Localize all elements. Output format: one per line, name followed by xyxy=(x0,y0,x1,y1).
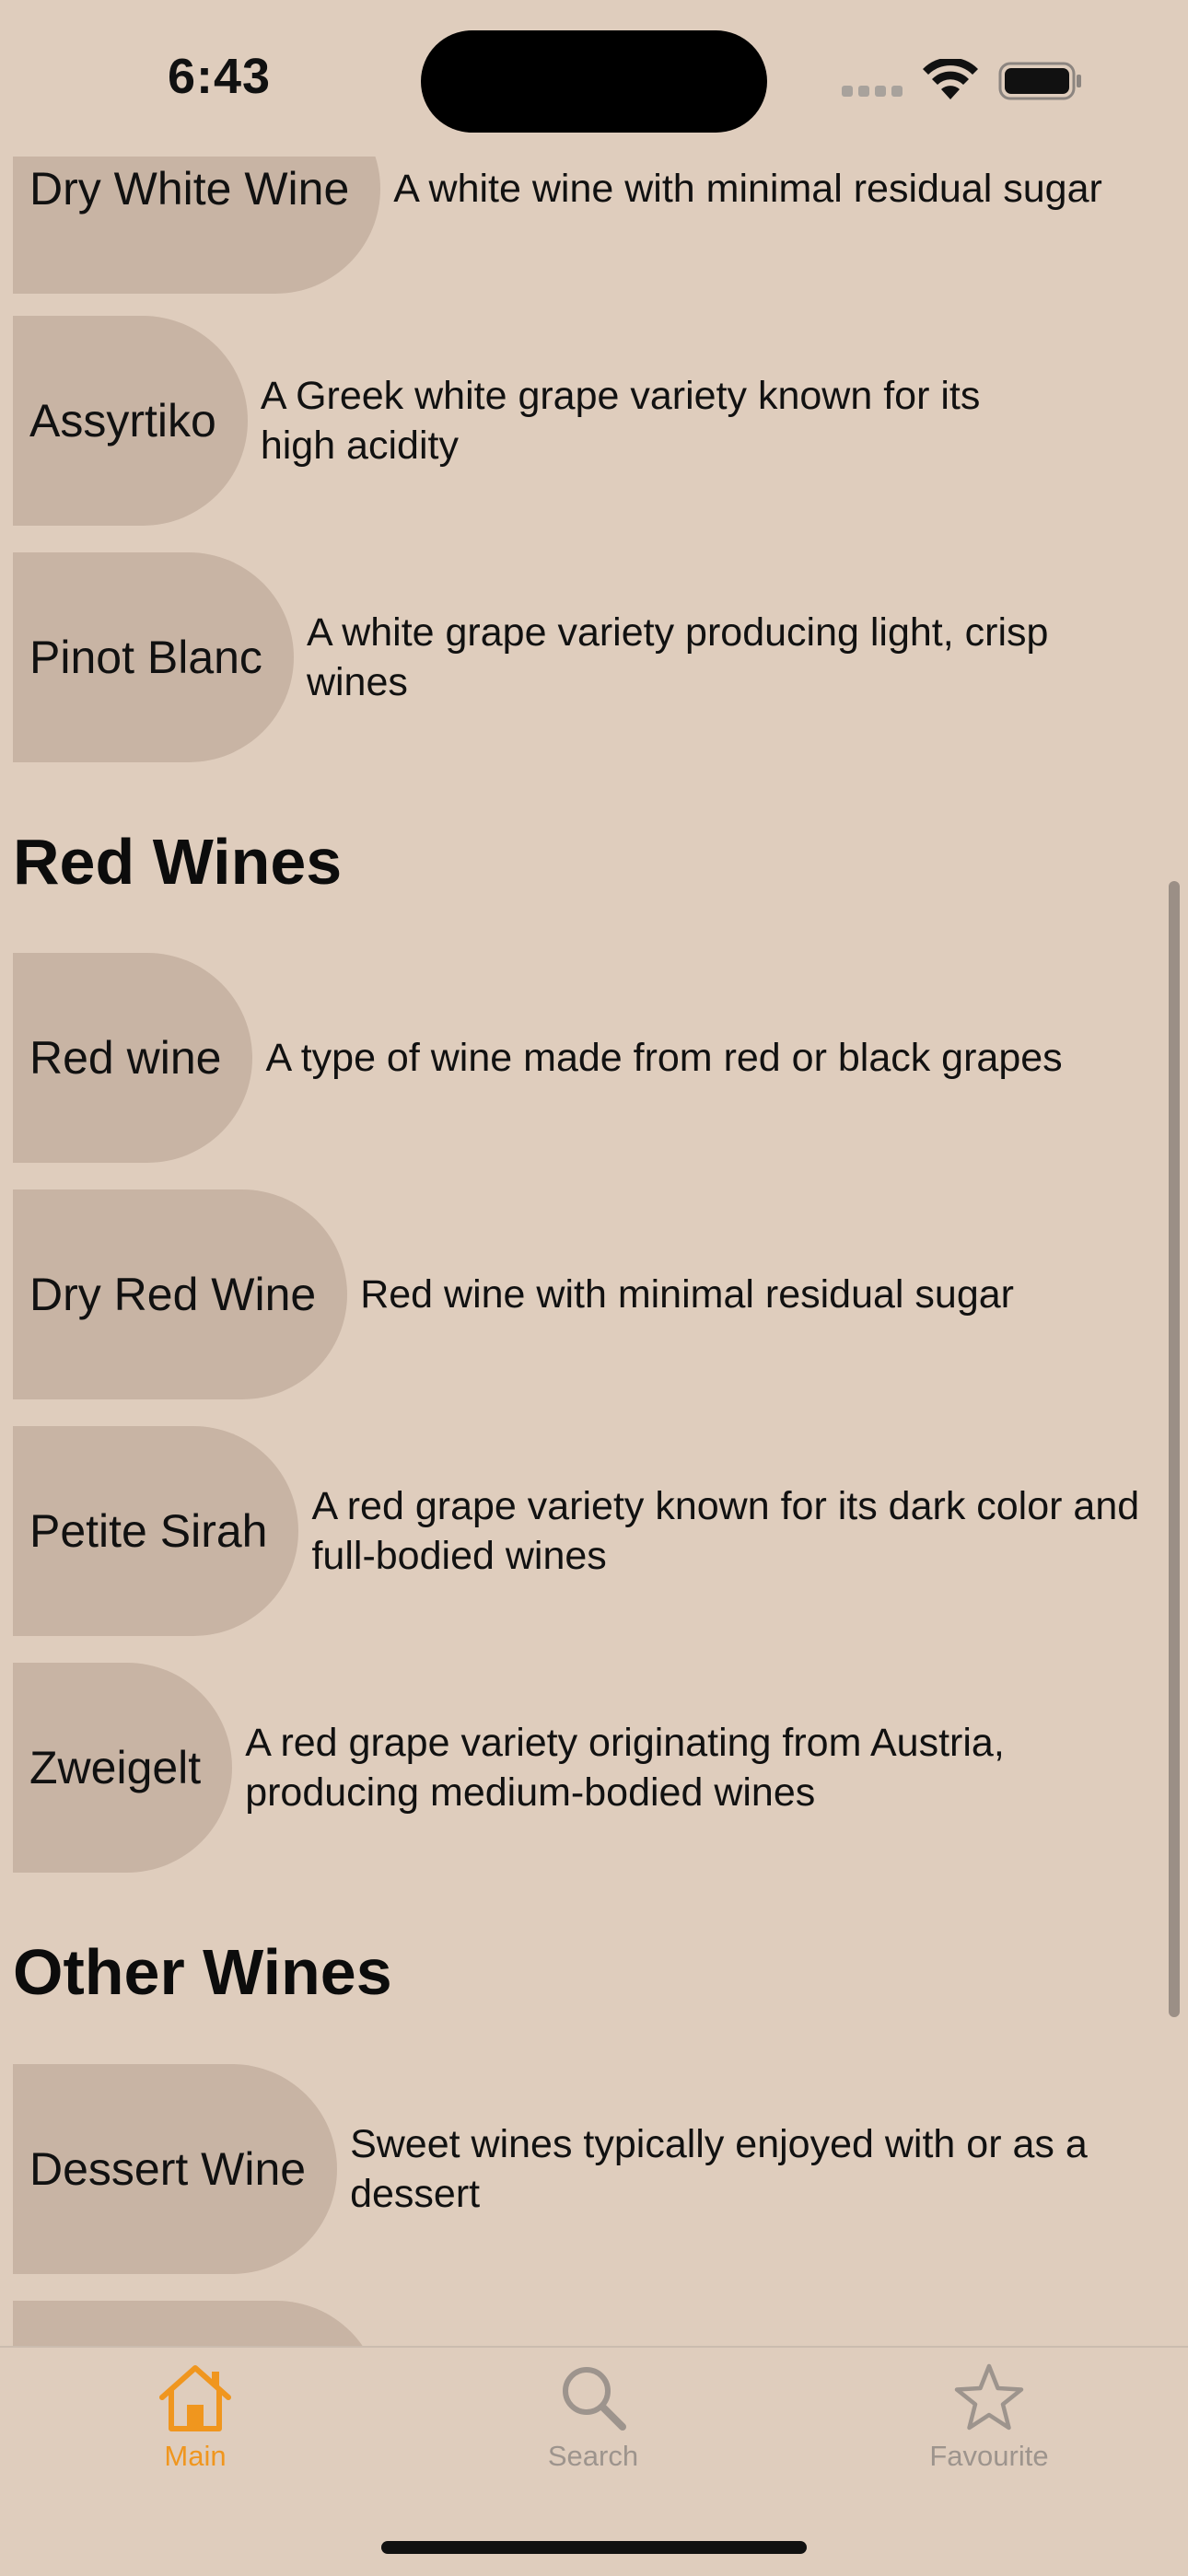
tab-favourite[interactable]: Favourite xyxy=(888,2362,1090,2491)
section-header-red-wines: Red Wines xyxy=(13,826,343,898)
wine-name-pill[interactable]: Pinot Blanc xyxy=(13,552,294,762)
wine-description: A type of wine made from red or black gr… xyxy=(265,1036,1063,1080)
section-header-other-wines: Other Wines xyxy=(13,1936,392,2008)
wine-description: A white grape variety producing light, c… xyxy=(306,610,1049,704)
cellular-signal-icon xyxy=(842,86,904,97)
wine-name-pill[interactable]: Assyrtiko xyxy=(13,316,248,526)
wine-description: Sweet wines typically enjoyed with or as… xyxy=(350,2122,1088,2216)
list-item[interactable]: Dry White Wine A white wine with minimal… xyxy=(13,157,1148,294)
wine-name-pill[interactable]: Petite Sirah xyxy=(13,1426,299,1636)
wine-list[interactable]: Dry White Wine A white wine with minimal… xyxy=(0,157,1188,2346)
battery-icon xyxy=(998,62,1081,100)
tab-search-label: Search xyxy=(547,2440,639,2472)
wine-name-pill[interactable]: Zweigelt xyxy=(13,1663,233,1873)
list-item[interactable]: Assyrtiko A Greek white grape variety kn… xyxy=(13,316,1062,526)
wine-name-pill-partial[interactable] xyxy=(13,2301,381,2346)
tab-main-label: Main xyxy=(164,2440,227,2472)
status-time: 6:43 xyxy=(168,49,272,104)
wine-description: A red grape variety known for its dark c… xyxy=(311,1484,1140,1578)
tab-main[interactable]: Main xyxy=(94,2362,297,2491)
dynamic-island xyxy=(421,30,767,133)
list-item-partial[interactable] xyxy=(13,2301,381,2346)
scroll-indicator[interactable] xyxy=(1169,881,1180,2017)
wine-name-pill[interactable]: Dry Red Wine xyxy=(13,1189,348,1399)
tab-search[interactable]: Search xyxy=(492,2362,694,2491)
list-item[interactable]: Red wine A type of wine made from red or… xyxy=(13,953,1186,1163)
wine-description: A Greek white grape variety known for it… xyxy=(260,374,981,468)
tab-favourite-label: Favourite xyxy=(929,2440,1049,2472)
house-icon xyxy=(159,2365,231,2431)
wine-name-pill[interactable]: Red wine xyxy=(13,953,253,1163)
wine-name-pill[interactable]: Dessert Wine xyxy=(13,2064,338,2274)
list-item[interactable]: Pinot Blanc A white grape variety produc… xyxy=(13,552,1062,762)
list-item[interactable]: Dessert Wine Sweet wines typically enjoy… xyxy=(13,2064,1142,2274)
list-item[interactable]: Dry Red Wine Red wine with minimal resid… xyxy=(13,1189,1188,1399)
home-indicator[interactable] xyxy=(381,2541,807,2554)
wine-description: Red wine with minimal residual sugar xyxy=(360,1272,1014,1317)
status-bar: 6:43 xyxy=(0,0,1188,157)
star-icon xyxy=(954,2363,1024,2431)
wine-description: A white wine with minimal residual sugar xyxy=(393,167,1102,211)
wine-description: A red grape variety originating from Aus… xyxy=(245,1721,1005,1815)
magnifier-icon xyxy=(563,2367,626,2431)
list-item[interactable]: Petite Sirah A red grape variety known f… xyxy=(13,1426,1149,1636)
wine-name-pill[interactable]: Dry White Wine xyxy=(13,157,381,294)
wifi-icon xyxy=(923,59,978,99)
list-item[interactable]: Zweigelt A red grape variety originating… xyxy=(13,1663,1092,1873)
